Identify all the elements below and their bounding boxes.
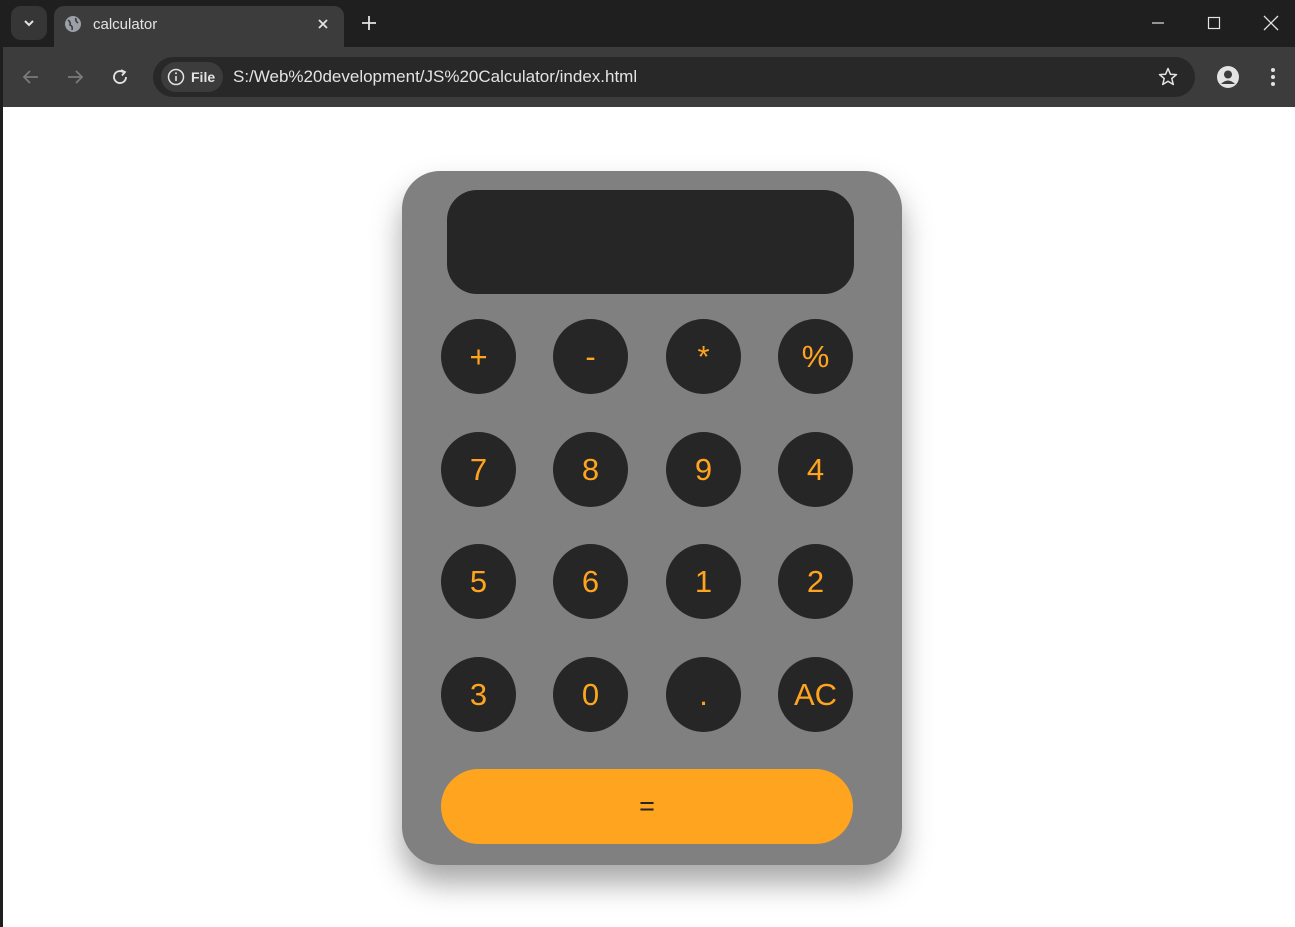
browser-tab[interactable]: calculator	[54, 6, 344, 47]
key-0[interactable]: 0	[553, 657, 628, 732]
tab-title: calculator	[93, 16, 158, 33]
reload-icon	[113, 69, 127, 84]
reload-button[interactable]	[106, 63, 134, 91]
arrow-right-icon	[68, 70, 84, 84]
forward-button[interactable]	[61, 63, 89, 91]
key-4[interactable]: 4	[778, 432, 853, 507]
key-2[interactable]: 2	[778, 544, 853, 619]
key-7[interactable]: 7	[441, 432, 516, 507]
menu-button[interactable]	[1259, 63, 1287, 91]
maximize-button[interactable]	[1199, 8, 1229, 38]
profile-button[interactable]	[1214, 63, 1242, 91]
key-8[interactable]: 8	[553, 432, 628, 507]
calculator: + - * % 7 8 9 4 5 6 1 2 3 0 . AC =	[402, 171, 902, 865]
equals-button[interactable]: =	[441, 769, 853, 844]
star-icon	[1158, 67, 1178, 86]
minimize-button[interactable]	[1143, 8, 1173, 38]
info-icon	[167, 68, 185, 86]
key-decimal[interactable]: .	[666, 657, 741, 732]
key-5[interactable]: 5	[441, 544, 516, 619]
calculator-display	[447, 190, 854, 294]
account-icon	[1217, 66, 1239, 88]
tab-search-button[interactable]	[11, 6, 47, 40]
site-info-label: File	[191, 69, 216, 85]
minimize-icon	[1152, 22, 1164, 24]
url-text[interactable]: S:/Web%20development/JS%20Calculator/ind…	[233, 67, 637, 87]
key-clear[interactable]: AC	[778, 657, 853, 732]
plus-icon	[362, 16, 376, 30]
close-window-button[interactable]	[1256, 8, 1286, 38]
site-info-chip[interactable]: File	[161, 62, 223, 92]
close-tab-icon[interactable]	[314, 15, 332, 33]
key-9[interactable]: 9	[666, 432, 741, 507]
arrow-left-icon	[22, 70, 38, 84]
back-button[interactable]	[17, 63, 45, 91]
globe-icon	[65, 16, 81, 32]
maximize-icon	[1207, 16, 1221, 30]
tab-strip: calculator	[0, 0, 1295, 47]
key-3[interactable]: 3	[441, 657, 516, 732]
browser-toolbar: File S:/Web%20development/JS%20Calculato…	[0, 47, 1295, 107]
more-vert-icon	[1271, 68, 1275, 86]
close-icon	[1263, 15, 1279, 31]
key-multiply[interactable]: *	[666, 319, 741, 394]
key-1[interactable]: 1	[666, 544, 741, 619]
key-plus[interactable]: +	[441, 319, 516, 394]
chevron-down-icon	[24, 20, 34, 27]
window-edge	[0, 47, 3, 927]
key-percent[interactable]: %	[778, 319, 853, 394]
new-tab-button[interactable]	[357, 11, 381, 35]
bookmark-button[interactable]	[1157, 66, 1179, 88]
key-minus[interactable]: -	[553, 319, 628, 394]
key-6[interactable]: 6	[553, 544, 628, 619]
address-bar[interactable]: File S:/Web%20development/JS%20Calculato…	[153, 57, 1195, 97]
